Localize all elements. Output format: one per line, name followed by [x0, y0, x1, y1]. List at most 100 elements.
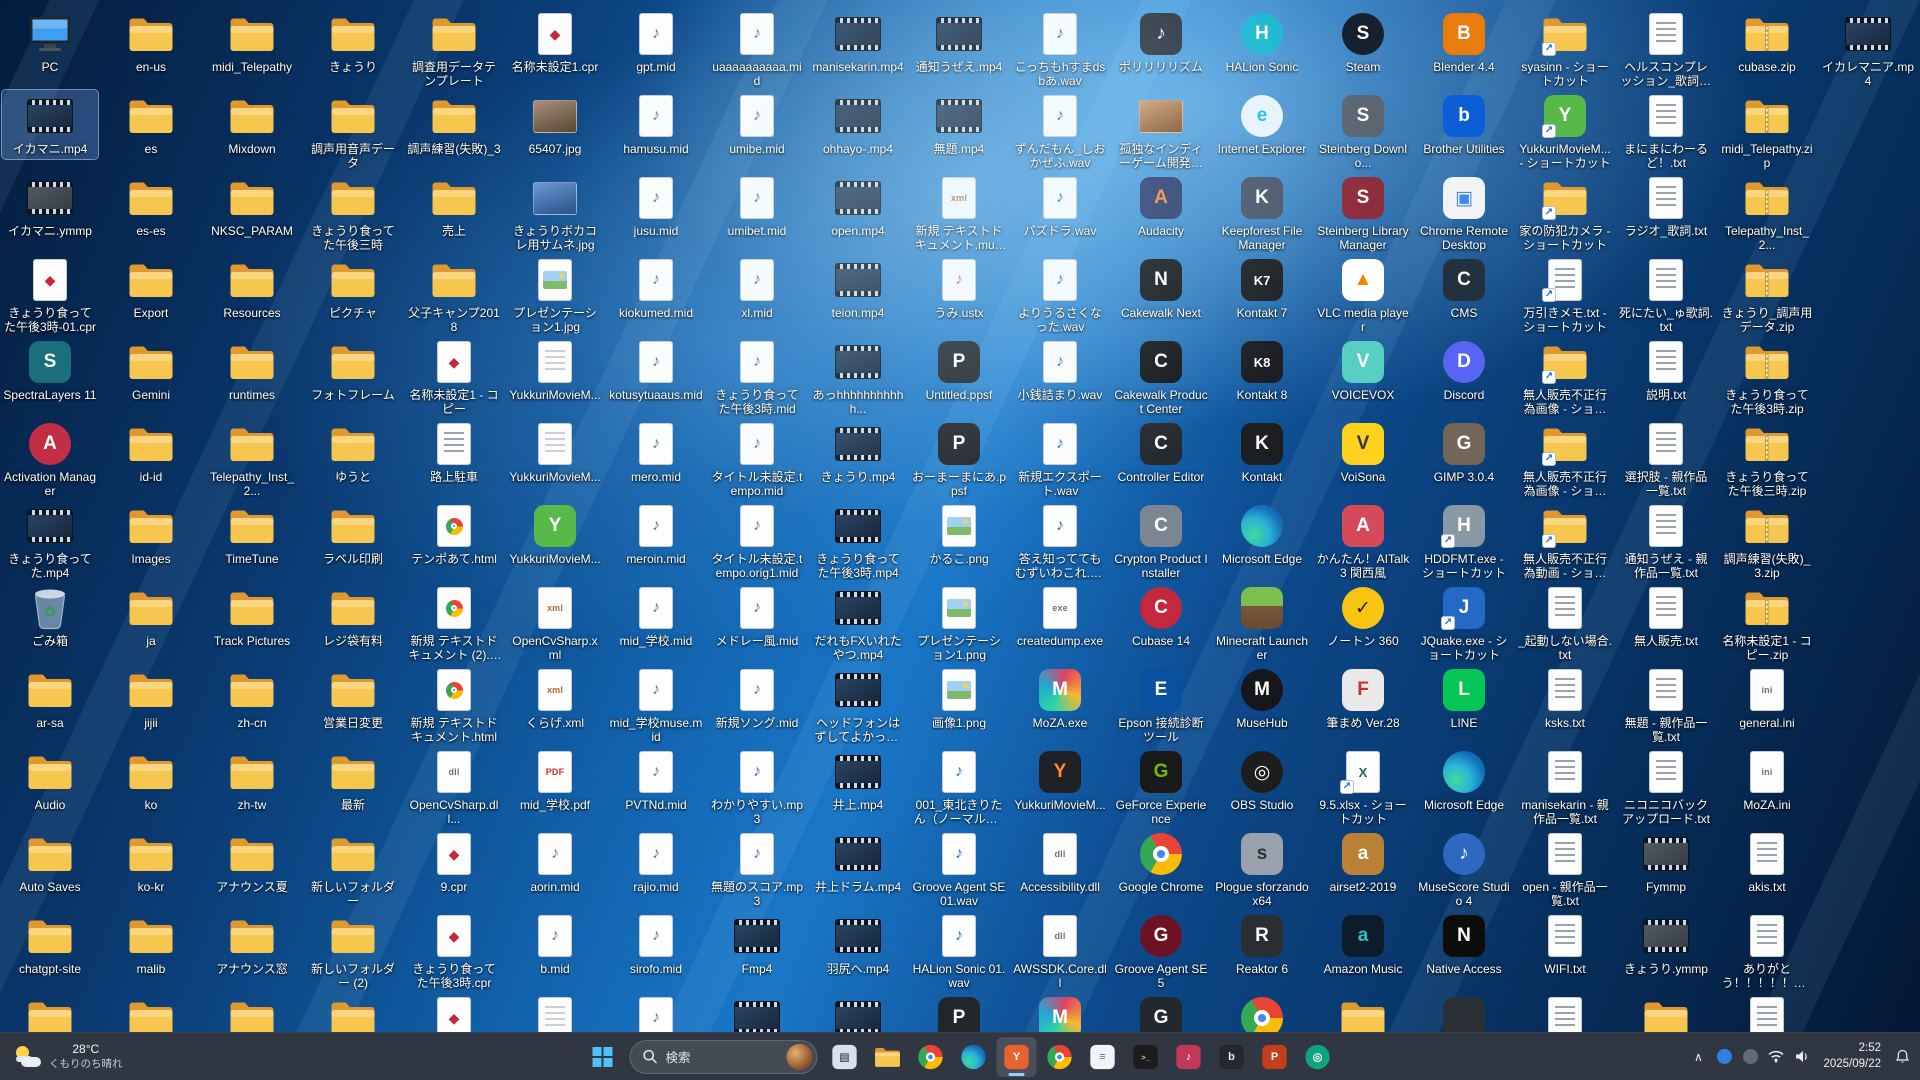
desktop-icon[interactable]: ♪umibet.mid	[709, 172, 805, 241]
volume-icon[interactable]	[1790, 1039, 1814, 1075]
desktop-icon[interactable]: ピクチャ	[305, 254, 401, 323]
desktop-icon[interactable]: ♪新規ソング.mid	[709, 664, 805, 733]
desktop-icon[interactable]: きょうり食ってた.mp4	[2, 500, 98, 583]
desktop-icon[interactable]: teion.mp4	[810, 254, 906, 323]
desktop-icon[interactable]: Pおーまーまにあ.ppsf	[911, 418, 1007, 501]
wifi-icon[interactable]	[1764, 1039, 1788, 1075]
desktop-icon[interactable]: dllAccessibility.dll	[1012, 828, 1108, 897]
desktop-icon[interactable]: PDFmid_学校.pdf	[507, 746, 603, 815]
desktop-icon[interactable]: H↗HDDFMT.exe - ショートカット	[1416, 500, 1512, 583]
taskbar-weather-widget[interactable]: 28°C くもりのち晴れ	[4, 1033, 133, 1080]
desktop-icon[interactable]: eInternet Explorer	[1214, 90, 1310, 159]
desktop-icon[interactable]: TimeTune	[204, 500, 300, 569]
desktop-icon[interactable]: ♪ずんだもん_しおかぜふ.wav	[1012, 90, 1108, 173]
desktop-icon[interactable]: chatgpt-site	[2, 910, 98, 979]
desktop-icon[interactable]: まにまにわーるど！.txt	[1618, 90, 1714, 173]
desktop-icon[interactable]	[810, 992, 906, 1032]
desktop-icon[interactable]: ♪001_東北きりたん（ノーマル）_今じゃ...	[911, 746, 1007, 829]
desktop-icon[interactable]: MMuseHub	[1214, 664, 1310, 733]
desktop-icon[interactable]: 井上.mp4	[810, 746, 906, 815]
desktop-icon[interactable]: イカマニ.ymmp	[2, 172, 98, 241]
desktop-icon[interactable]: ニコニコバックアップロード.txt	[1618, 746, 1714, 829]
desktop-icon[interactable]: es	[103, 90, 199, 159]
desktop-icon[interactable]: 孤独なインディーゲーム開発者の一生...	[1113, 90, 1209, 173]
desktop-icon[interactable]: Images	[103, 500, 199, 569]
desktop-icon[interactable]: YYukkuriMovieM...	[507, 500, 603, 569]
desktop-icon[interactable]: GGeForce Experience	[1113, 746, 1209, 829]
desktop-icon[interactable]: SSteam	[1315, 8, 1411, 77]
desktop-icon[interactable]: Auto Saves	[2, 828, 98, 897]
tray-bluetooth-app-icon[interactable]	[1712, 1039, 1736, 1075]
desktop-icon[interactable]: P	[911, 992, 1007, 1032]
desktop-icon[interactable]: ◆名称未設定1.cpr	[507, 8, 603, 77]
desktop-icon[interactable]: ♪hamusu.mid	[608, 90, 704, 159]
taskbar-app-music-app[interactable]: ♪	[1169, 1037, 1209, 1077]
desktop-icon[interactable]: ↗無人販売不正行為画像 - ショートカット	[1517, 418, 1613, 501]
desktop-icon[interactable]: ♪PVTNd.mid	[608, 746, 704, 815]
desktop-icon[interactable]: プレゼンテーション1.png	[911, 582, 1007, 665]
desktop-icon[interactable]: ◆	[406, 992, 502, 1032]
desktop-icon[interactable]: ラベル印刷	[305, 500, 401, 569]
desktop-icon[interactable]: きょうり	[305, 8, 401, 77]
desktop-icon[interactable]: 路上駐車	[406, 418, 502, 487]
desktop-icon[interactable]: NCakewalk Next	[1113, 254, 1209, 323]
desktop-icon[interactable]: 無題.mp4	[911, 90, 1007, 159]
desktop-icon[interactable]: 調声練習(失敗)_3.zip	[1719, 500, 1815, 583]
desktop-icon[interactable]: ♪meroin.mid	[608, 500, 704, 569]
desktop-icon[interactable]: es-es	[103, 172, 199, 241]
desktop-icon[interactable]: Telepathy_Inst_2...	[1719, 172, 1815, 255]
desktop-icon[interactable]: dllOpenCvSharp.dll...	[406, 746, 502, 829]
desktop-icon[interactable]: dllAWSSDK.Core.dll	[1012, 910, 1108, 993]
desktop-icon[interactable]	[1719, 992, 1815, 1032]
desktop-icon[interactable]: Aかんたん！AITalk 3 関西風	[1315, 500, 1411, 583]
desktop-icon[interactable]: ◎OBS Studio	[1214, 746, 1310, 815]
desktop-icon[interactable]: 調声用音声データ	[305, 90, 401, 173]
desktop-icon[interactable]: ラジオ_歌詞.txt	[1618, 172, 1714, 241]
desktop-icon[interactable]: ♪新規エクスポート.wav	[1012, 418, 1108, 501]
taskbar-app-chrome-2[interactable]	[1040, 1037, 1080, 1077]
desktop-icon[interactable]: WIFI.txt	[1517, 910, 1613, 979]
desktop-icon[interactable]: きょうり_調声用データ.zip	[1719, 254, 1815, 337]
desktop-icon[interactable]	[103, 992, 199, 1032]
desktop-icon[interactable]: ♪うみ.ustx	[911, 254, 1007, 323]
desktop-icon[interactable]: jijii	[103, 664, 199, 733]
desktop-icon[interactable]: アナウンス夏	[204, 828, 300, 897]
desktop-icon[interactable]: 説明.txt	[1618, 336, 1714, 405]
desktop-icon[interactable]: PC	[2, 8, 98, 77]
desktop-icon[interactable]: SSteinberg Library Manager	[1315, 172, 1411, 255]
desktop-icon[interactable]: id-id	[103, 418, 199, 487]
desktop-icon[interactable]: NNative Access	[1416, 910, 1512, 979]
desktop-icon[interactable]: _起動しない場合.txt	[1517, 582, 1613, 665]
desktop-icon[interactable]: ♪kotusytuaaus.mid	[608, 336, 704, 405]
desktop-icon[interactable]: Fymmp	[1618, 828, 1714, 897]
desktop-icon[interactable]: ♻ごみ箱	[2, 582, 98, 651]
taskbar-app-terminal[interactable]: >_	[1126, 1037, 1166, 1077]
desktop-icon[interactable]: ◆9.cpr	[406, 828, 502, 897]
desktop-icon[interactable]	[1416, 992, 1512, 1032]
desktop-icon[interactable]: AActivation Manager	[2, 418, 98, 501]
desktop-icon[interactable]: ◆名称未設定1 - コピー	[406, 336, 502, 419]
desktop-icon[interactable]: 新規 テキストドキュメント.html	[406, 664, 502, 747]
desktop-icon[interactable]: midi_Telepathy	[204, 8, 300, 77]
desktop-icon[interactable]: xmlくらげ.xml	[507, 664, 603, 733]
desktop-icon[interactable]: 死にたい_ゅ歌詞.txt	[1618, 254, 1714, 337]
desktop-icon[interactable]: GGIMP 3.0.4	[1416, 418, 1512, 487]
desktop-icon[interactable]: CCakewalk Product Center	[1113, 336, 1209, 419]
desktop-icon[interactable]: きょうり.mp4	[810, 418, 906, 487]
desktop-icon[interactable]: zh-cn	[204, 664, 300, 733]
desktop-icon[interactable]: ♪jusu.mid	[608, 172, 704, 241]
desktop-icon[interactable]: inigeneral.ini	[1719, 664, 1815, 733]
desktop-icon[interactable]: K7Kontakt 7	[1214, 254, 1310, 323]
desktop-icon[interactable]: ♪rajio.mid	[608, 828, 704, 897]
desktop-icon[interactable]: iniMoZA.ini	[1719, 746, 1815, 815]
desktop-icon[interactable]: YukkuriMovieM...	[507, 336, 603, 405]
desktop-icon[interactable]: 画像1.png	[911, 664, 1007, 733]
desktop-icon[interactable]: M	[1012, 992, 1108, 1032]
desktop-icon[interactable]: xmlOpenCvSharp.xml	[507, 582, 603, 665]
desktop-icon[interactable]: Telepathy_Inst_2...	[204, 418, 300, 501]
desktop-icon[interactable]: ♪パズドラ.wav	[1012, 172, 1108, 241]
desktop-icon[interactable]: ♪xl.mid	[709, 254, 805, 323]
desktop-icon[interactable]: sPlogue sforzando x64	[1214, 828, 1310, 911]
desktop-icon[interactable]: midi_Telepathy.zip	[1719, 90, 1815, 173]
taskbar-app-cubase[interactable]: b	[1212, 1037, 1252, 1077]
